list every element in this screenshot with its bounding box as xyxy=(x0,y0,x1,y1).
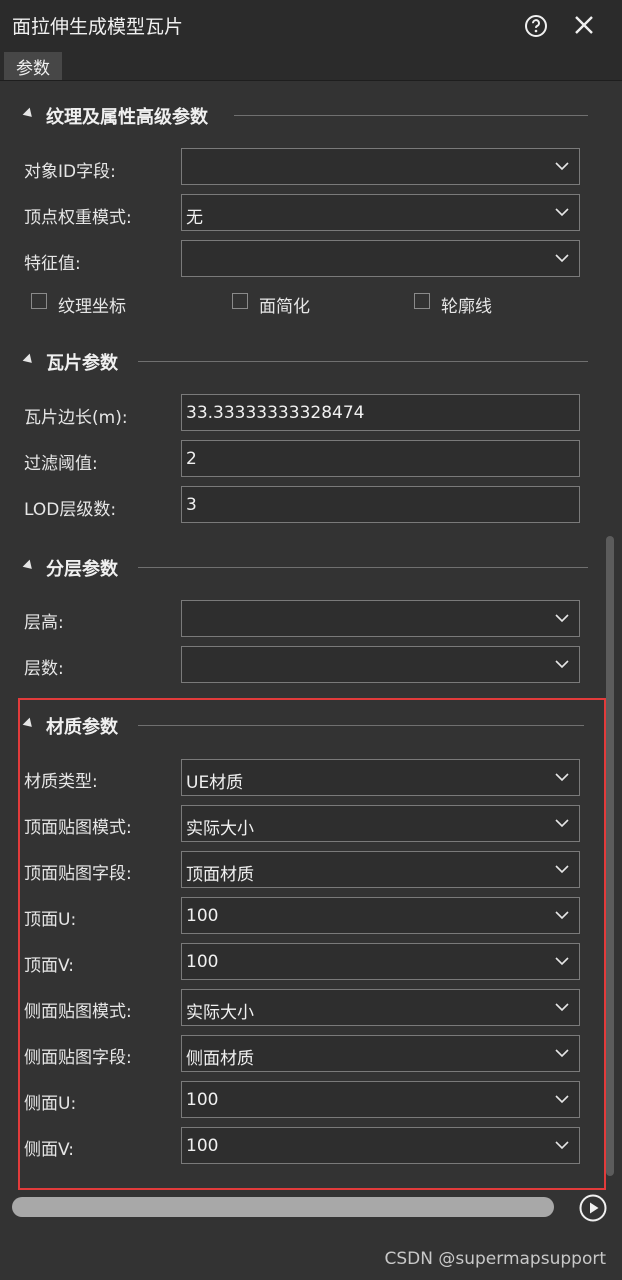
section-divider xyxy=(138,567,588,568)
face-simplify-checkbox[interactable] xyxy=(232,293,248,309)
filter-threshold-label: 过滤阈值: xyxy=(24,454,98,474)
chevron-down-icon xyxy=(555,660,569,669)
vertex-weight-mode-label: 顶点权重模式: xyxy=(24,208,132,228)
texture-coordinates-label: 纹理坐标 xyxy=(58,297,126,317)
top-u-select[interactable]: 100 xyxy=(181,897,580,934)
section-material-header[interactable]: 材质参数 xyxy=(0,710,600,740)
contour-line-checkbox[interactable] xyxy=(414,293,430,309)
side-mapping-mode-select[interactable]: 实际大小 xyxy=(181,989,580,1026)
section-divider xyxy=(138,361,588,362)
floor-count-label: 层数: xyxy=(24,659,64,679)
tab-strip: 参数 xyxy=(0,50,622,81)
feature-value-select[interactable] xyxy=(181,240,580,277)
top-u-label: 顶面U: xyxy=(24,910,77,930)
collapse-arrow-icon[interactable] xyxy=(22,717,36,731)
chevron-down-icon xyxy=(555,819,569,828)
field-value: 100 xyxy=(186,1090,219,1110)
field-value: 3 xyxy=(186,495,197,515)
vertex-weight-mode-select[interactable]: 无 xyxy=(181,194,580,231)
chevron-down-icon xyxy=(555,1141,569,1150)
chevron-down-icon xyxy=(555,865,569,874)
side-v-label: 侧面V: xyxy=(24,1140,74,1160)
chevron-down-icon xyxy=(555,254,569,263)
object-id-field-label: 对象ID字段: xyxy=(24,162,116,182)
material-type-select[interactable]: UE材质 xyxy=(181,759,580,796)
chevron-down-icon xyxy=(555,1003,569,1012)
collapse-arrow-icon[interactable] xyxy=(22,559,36,573)
tile-edge-length-label: 瓦片边长(m): xyxy=(24,408,128,428)
help-icon[interactable] xyxy=(524,14,548,38)
chevron-down-icon xyxy=(555,773,569,782)
top-v-label: 顶面V: xyxy=(24,956,74,976)
tile-edge-length-input[interactable]: 33.33333333328474 xyxy=(181,394,580,431)
watermark: CSDN @supermapsupport xyxy=(384,1249,606,1269)
tab-parameters[interactable]: 参数 xyxy=(4,52,62,80)
lod-levels-label: LOD层级数: xyxy=(24,500,117,520)
play-icon[interactable] xyxy=(579,1194,607,1222)
field-value: 顶面材质 xyxy=(186,865,254,885)
close-icon[interactable] xyxy=(572,13,596,37)
floor-count-select[interactable] xyxy=(181,646,580,683)
chevron-down-icon xyxy=(555,911,569,920)
face-simplify-label: 面简化 xyxy=(259,297,310,317)
section-divider xyxy=(234,115,588,116)
floor-height-label: 层高: xyxy=(24,613,64,633)
texture-coordinates-checkbox[interactable] xyxy=(31,293,47,309)
chevron-down-icon xyxy=(555,1095,569,1104)
section-divider xyxy=(138,725,584,726)
section-title: 纹理及属性高级参数 xyxy=(46,107,208,128)
collapse-arrow-icon[interactable] xyxy=(22,107,36,121)
filter-threshold-input[interactable]: 2 xyxy=(181,440,580,477)
chevron-down-icon xyxy=(555,208,569,217)
top-mapping-field-select[interactable]: 顶面材质 xyxy=(181,851,580,888)
field-value: 2 xyxy=(186,449,197,469)
side-u-select[interactable]: 100 xyxy=(181,1081,580,1118)
top-mapping-mode-select[interactable]: 实际大小 xyxy=(181,805,580,842)
field-value: 33.33333333328474 xyxy=(186,403,365,423)
top-mapping-mode-label: 顶面贴图模式: xyxy=(24,818,132,838)
feature-value-label: 特征值: xyxy=(24,254,81,274)
contour-line-label: 轮廓线 xyxy=(441,297,492,317)
top-v-select[interactable]: 100 xyxy=(181,943,580,980)
section-title: 分层参数 xyxy=(46,559,118,580)
field-value: 100 xyxy=(186,952,219,972)
side-v-select[interactable]: 100 xyxy=(181,1127,580,1164)
collapse-arrow-icon[interactable] xyxy=(22,353,36,367)
section-layer-header[interactable]: 分层参数 xyxy=(0,552,600,582)
lod-levels-input[interactable]: 3 xyxy=(181,486,580,523)
vertical-scrollbar-thumb[interactable] xyxy=(606,536,614,1176)
field-value: 侧面材质 xyxy=(186,1049,254,1069)
chevron-down-icon xyxy=(555,1049,569,1058)
field-value: 无 xyxy=(186,208,203,228)
side-mapping-mode-label: 侧面贴图模式: xyxy=(24,1002,132,1022)
side-mapping-field-select[interactable]: 侧面材质 xyxy=(181,1035,580,1072)
section-texture-header[interactable]: 纹理及属性高级参数 xyxy=(0,100,600,130)
side-u-label: 侧面U: xyxy=(24,1094,77,1114)
chevron-down-icon xyxy=(555,162,569,171)
chevron-down-icon xyxy=(555,614,569,623)
title-bar: 面拉伸生成模型瓦片 xyxy=(0,0,622,50)
chevron-down-icon xyxy=(555,957,569,966)
field-value: 100 xyxy=(186,1136,219,1156)
window-title: 面拉伸生成模型瓦片 xyxy=(12,16,184,38)
floor-height-select[interactable] xyxy=(181,600,580,637)
section-title: 材质参数 xyxy=(46,717,118,738)
top-mapping-field-label: 顶面贴图字段: xyxy=(24,864,132,884)
field-value: UE材质 xyxy=(186,773,244,793)
material-type-label: 材质类型: xyxy=(24,772,98,792)
section-title: 瓦片参数 xyxy=(46,353,118,374)
horizontal-scrollbar-thumb[interactable] xyxy=(12,1197,554,1217)
field-value: 100 xyxy=(186,906,219,926)
field-value: 实际大小 xyxy=(186,819,254,839)
side-mapping-field-label: 侧面贴图字段: xyxy=(24,1048,132,1068)
section-tile-header[interactable]: 瓦片参数 xyxy=(0,346,600,376)
object-id-field-select[interactable] xyxy=(181,148,580,185)
field-value: 实际大小 xyxy=(186,1003,254,1023)
